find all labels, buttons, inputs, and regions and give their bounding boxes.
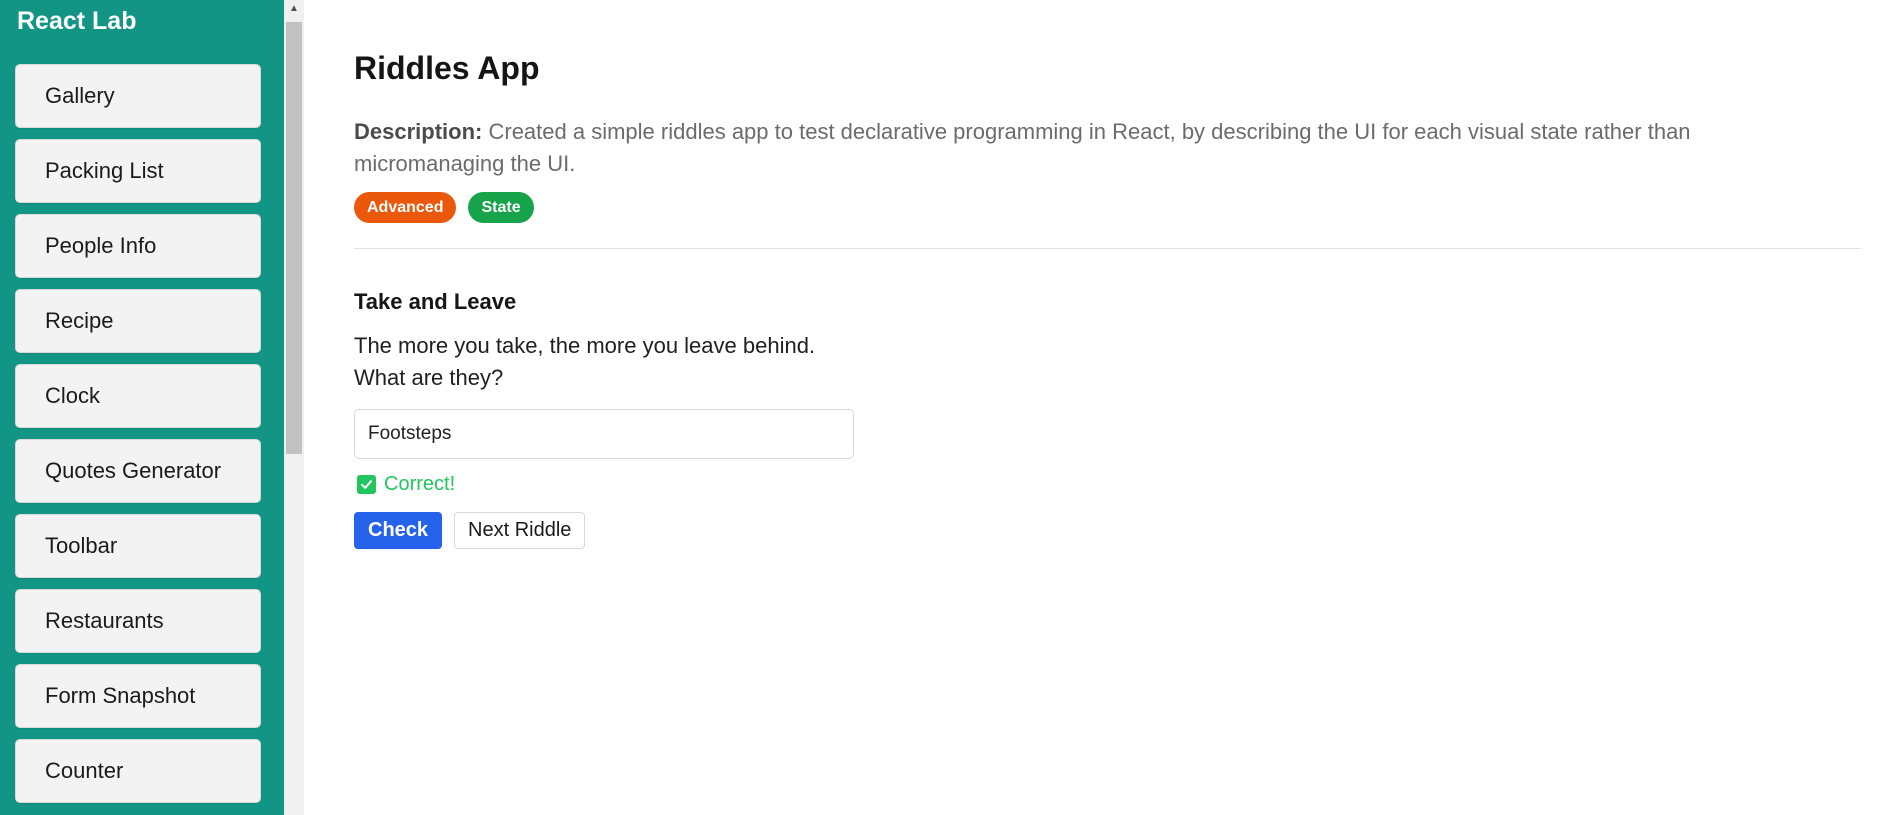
- sidebar-item-packing-list[interactable]: Packing List: [15, 139, 261, 203]
- sidebar-item-clock[interactable]: Clock: [15, 364, 261, 428]
- main-content: Riddles App Description: Created a simpl…: [354, 0, 1864, 815]
- description-label: Description:: [354, 119, 483, 144]
- description-text: Created a simple riddles app to test dec…: [354, 119, 1691, 176]
- sidebar-scrollbar[interactable]: ▲: [284, 0, 304, 815]
- sidebar-item-recipe[interactable]: Recipe: [15, 289, 261, 353]
- feedback-text: Correct!: [384, 472, 456, 495]
- sidebar: React Lab Gallery Packing List People In…: [0, 0, 284, 815]
- sidebar-nav: Gallery Packing List People Info Recipe …: [15, 64, 261, 814]
- sidebar-item-gallery[interactable]: Gallery: [15, 64, 261, 128]
- action-buttons: Check Next Riddle: [354, 512, 586, 549]
- scroll-up-arrow-icon[interactable]: ▲: [284, 0, 304, 17]
- sidebar-item-people-info[interactable]: People Info: [15, 214, 261, 278]
- divider: [354, 248, 1861, 249]
- sidebar-item-restaurants[interactable]: Restaurants: [15, 589, 261, 653]
- app-root: React Lab Gallery Packing List People In…: [0, 0, 1897, 815]
- tag-advanced: Advanced: [354, 192, 457, 223]
- scrollbar-thumb[interactable]: [286, 22, 302, 454]
- sidebar-item-form-snapshot[interactable]: Form Snapshot: [15, 664, 261, 728]
- sidebar-title: React Lab: [17, 7, 137, 35]
- page-title: Riddles App: [354, 50, 540, 86]
- answer-input[interactable]: [354, 409, 854, 459]
- tag-list: Advanced State: [354, 192, 534, 223]
- sidebar-item-toolbar[interactable]: Toolbar: [15, 514, 261, 578]
- check-button[interactable]: Check: [354, 512, 443, 549]
- riddle-question-line-2: What are they?: [354, 365, 504, 390]
- tag-state: State: [468, 192, 534, 223]
- riddle-title: Take and Leave: [354, 289, 517, 314]
- sidebar-item-counter[interactable]: Counter: [15, 739, 261, 803]
- riddle-question-line-1: The more you take, the more you leave be…: [354, 333, 816, 358]
- next-riddle-button[interactable]: Next Riddle: [454, 512, 586, 549]
- feedback: Correct!: [357, 471, 455, 497]
- description: Description: Created a simple riddles ap…: [354, 116, 1824, 180]
- checkbox-checked-icon: [357, 474, 376, 494]
- sidebar-item-quotes-generator[interactable]: Quotes Generator: [15, 439, 261, 503]
